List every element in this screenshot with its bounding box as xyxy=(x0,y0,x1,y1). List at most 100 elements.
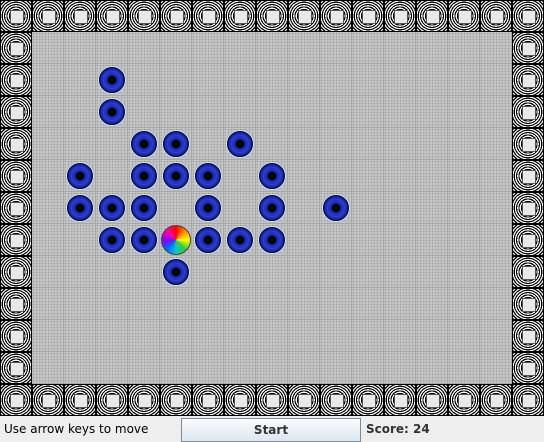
wall-tile xyxy=(512,192,544,224)
floor-tile xyxy=(160,288,192,320)
wall-tile xyxy=(128,0,160,32)
blue-ball xyxy=(195,227,221,253)
floor-tile xyxy=(480,256,512,288)
wall-tile xyxy=(0,320,32,352)
wall-tile xyxy=(0,192,32,224)
blue-ball xyxy=(323,195,349,221)
blue-ball xyxy=(99,67,125,93)
floor-tile xyxy=(288,128,320,160)
blue-ball xyxy=(163,163,189,189)
floor-tile xyxy=(320,128,352,160)
floor-tile xyxy=(320,96,352,128)
floor-tile xyxy=(32,256,64,288)
floor-tile xyxy=(480,64,512,96)
floor-tile xyxy=(224,288,256,320)
floor-tile xyxy=(480,32,512,64)
wall-tile xyxy=(128,384,160,416)
wall-tile xyxy=(352,384,384,416)
wall-tile xyxy=(160,0,192,32)
wall-tile xyxy=(0,128,32,160)
wall-tile xyxy=(512,224,544,256)
blue-ball xyxy=(99,195,125,221)
start-button[interactable]: Start xyxy=(181,418,361,442)
floor-tile xyxy=(384,128,416,160)
floor-tile xyxy=(320,320,352,352)
blue-ball xyxy=(227,227,253,253)
wall-tile xyxy=(192,0,224,32)
floor-tile xyxy=(256,32,288,64)
wall-tile xyxy=(288,0,320,32)
floor-tile xyxy=(64,352,96,384)
floor-tile xyxy=(384,64,416,96)
floor-tile xyxy=(128,352,160,384)
floor-tile xyxy=(288,160,320,192)
floor-tile xyxy=(224,256,256,288)
floor-tile xyxy=(288,64,320,96)
floor-tile xyxy=(224,352,256,384)
floor-tile xyxy=(416,256,448,288)
blue-ball xyxy=(195,163,221,189)
floor-tile xyxy=(32,192,64,224)
floor-tile xyxy=(288,96,320,128)
wall-tile xyxy=(512,32,544,64)
floor-tile xyxy=(384,96,416,128)
wall-tile xyxy=(384,0,416,32)
wall-tile xyxy=(96,384,128,416)
floor-tile xyxy=(128,256,160,288)
floor-tile xyxy=(64,64,96,96)
floor-tile xyxy=(384,288,416,320)
floor-tile xyxy=(384,320,416,352)
floor-tile xyxy=(192,128,224,160)
floor-tile xyxy=(96,160,128,192)
wall-tile xyxy=(320,0,352,32)
floor-tile xyxy=(32,352,64,384)
floor-tile xyxy=(32,320,64,352)
floor-tile xyxy=(416,288,448,320)
blue-ball xyxy=(131,227,157,253)
floor-tile xyxy=(192,32,224,64)
floor-tile xyxy=(128,96,160,128)
game-board[interactable] xyxy=(0,0,544,416)
floor-tile xyxy=(352,192,384,224)
wall-tile xyxy=(384,384,416,416)
wall-tile xyxy=(512,384,544,416)
floor-tile xyxy=(416,192,448,224)
floor-tile xyxy=(352,32,384,64)
floor-tile xyxy=(128,320,160,352)
floor-tile xyxy=(288,256,320,288)
wall-tile xyxy=(512,64,544,96)
floor-tile xyxy=(352,352,384,384)
wall-tile xyxy=(0,32,32,64)
wall-tile xyxy=(512,288,544,320)
wall-tile xyxy=(416,0,448,32)
floor-tile xyxy=(448,320,480,352)
floor-tile xyxy=(448,352,480,384)
floor-tile xyxy=(256,64,288,96)
wall-tile xyxy=(224,0,256,32)
floor-tile xyxy=(480,352,512,384)
floor-tile xyxy=(256,128,288,160)
wall-tile xyxy=(192,384,224,416)
wall-tile xyxy=(32,384,64,416)
blue-ball xyxy=(195,195,221,221)
floor-tile xyxy=(448,160,480,192)
wall-tile xyxy=(0,352,32,384)
wall-tile xyxy=(256,384,288,416)
floor-tile xyxy=(448,192,480,224)
floor-tile xyxy=(64,256,96,288)
floor-tile xyxy=(384,256,416,288)
floor-tile xyxy=(160,32,192,64)
floor-tile xyxy=(416,128,448,160)
floor-tile xyxy=(64,224,96,256)
wall-tile xyxy=(512,352,544,384)
blue-ball xyxy=(67,163,93,189)
floor-tile xyxy=(192,288,224,320)
floor-tile xyxy=(416,64,448,96)
floor-tile xyxy=(352,288,384,320)
floor-tile xyxy=(448,64,480,96)
wall-tile xyxy=(512,256,544,288)
floor-tile xyxy=(352,320,384,352)
instructions-label: Use arrow keys to move xyxy=(4,422,149,436)
floor-tile xyxy=(416,32,448,64)
floor-tile xyxy=(480,224,512,256)
